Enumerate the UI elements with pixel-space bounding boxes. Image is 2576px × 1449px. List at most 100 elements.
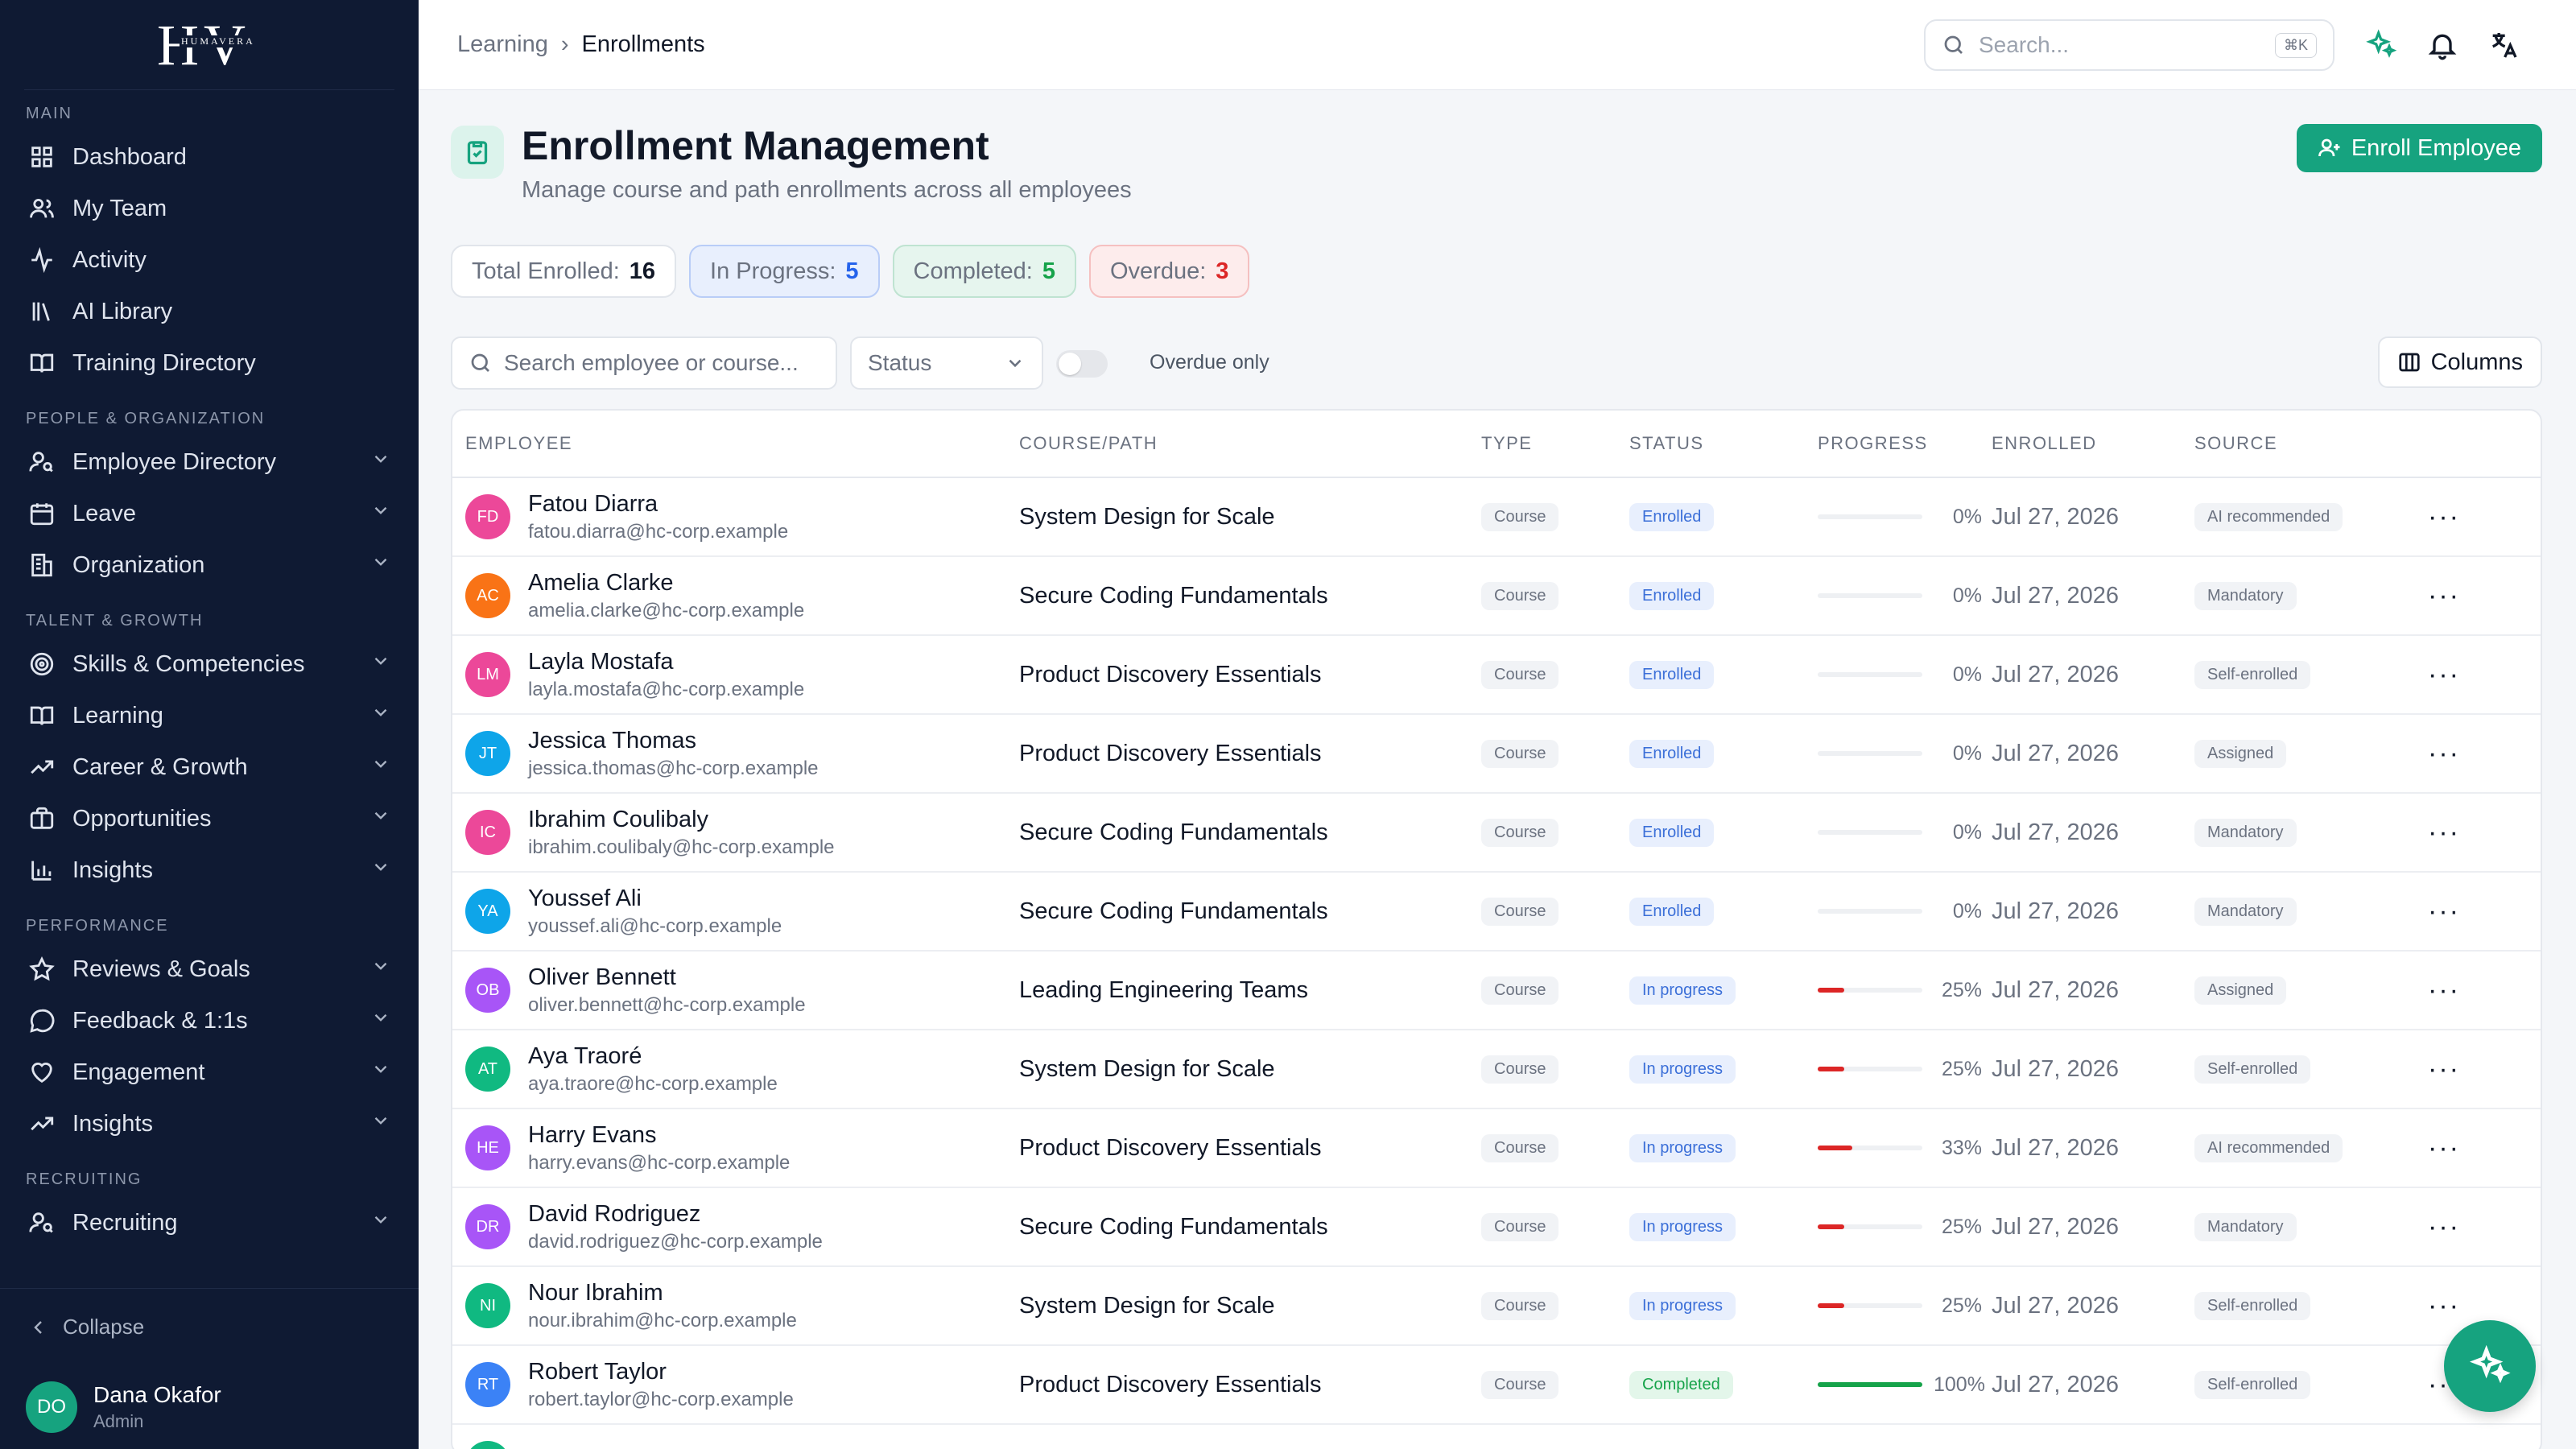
course-name[interactable]: Product Discovery Essentials xyxy=(1019,1135,1481,1162)
stat-total-enrolled[interactable]: Total Enrolled: 16 xyxy=(451,245,677,298)
breadcrumb-current: Enrollments xyxy=(581,31,705,57)
table-row[interactable]: JT Jessica Thomas jessica.thomas@hc-corp.e… xyxy=(452,715,2541,794)
user-profile[interactable]: DO Dana Okafor Admin xyxy=(0,1365,419,1449)
stat-overdue[interactable]: Overdue: 3 xyxy=(1088,245,1250,298)
stat-value: 16 xyxy=(629,258,656,284)
header-employee[interactable]: EMPLOYEE xyxy=(452,433,1019,454)
header-type[interactable]: TYPE xyxy=(1481,433,1629,454)
more-actions-icon[interactable]: ··· xyxy=(2428,659,2460,690)
employee-name[interactable]: Amelia Clarke xyxy=(528,570,804,597)
progress-percent: 0% xyxy=(1952,820,1982,844)
language-button[interactable] xyxy=(2487,29,2520,61)
ai-assistant-button[interactable] xyxy=(2444,1320,2536,1412)
collapse-sidebar-button[interactable]: Collapse xyxy=(0,1288,419,1365)
notifications-button[interactable] xyxy=(2426,29,2458,61)
sidebar-item-learning[interactable]: Learning xyxy=(0,690,419,741)
sidebar-item-ai-library[interactable]: AI Library xyxy=(0,286,419,337)
sidebar-item-my-team[interactable]: My Team xyxy=(0,183,419,234)
table-row[interactable]: IC Ibrahim Coulibaly ibrahim.coulibaly@hc-… xyxy=(452,794,2541,873)
row-actions-cell: ··· xyxy=(2428,738,2541,770)
ai-sparkle-button[interactable] xyxy=(2365,29,2397,61)
chevron-down-icon xyxy=(370,650,391,678)
employee-name[interactable]: Ibrahim Coulibaly xyxy=(528,807,835,833)
sidebar-item-career-growth[interactable]: Career & Growth xyxy=(0,741,419,793)
employee-name[interactable]: Robert Taylor xyxy=(528,1359,794,1385)
course-name[interactable]: Secure Coding Fundamentals xyxy=(1019,898,1481,925)
header-enrolled[interactable]: ENROLLED xyxy=(1992,433,2194,454)
overdue-only-toggle[interactable] xyxy=(1056,350,1108,378)
sidebar-item-activity[interactable]: Activity xyxy=(0,234,419,286)
course-name[interactable]: System Design for Scale xyxy=(1019,1293,1481,1319)
sidebar-item-reviews-goals[interactable]: Reviews & Goals xyxy=(0,943,419,995)
table-row[interactable]: FD Fatou Diarra fatou.diarra@hc-corp.examp… xyxy=(452,478,2541,557)
stat-completed[interactable]: Completed: 5 xyxy=(892,245,1076,298)
table-row[interactable]: OB Oliver Bennett oliver.bennett@hc-corp.e… xyxy=(452,952,2541,1030)
employee-name[interactable]: Harry Evans xyxy=(528,1122,790,1149)
more-actions-icon[interactable]: ··· xyxy=(2428,817,2460,848)
sidebar-item-skills-competencies[interactable]: Skills & Competencies xyxy=(0,638,419,690)
course-name[interactable]: Leading Engineering Teams xyxy=(1019,977,1481,1004)
employee-name[interactable]: David Rodriguez xyxy=(528,1201,823,1228)
more-actions-icon[interactable]: ··· xyxy=(2428,738,2460,769)
more-actions-icon[interactable]: ··· xyxy=(2428,1212,2460,1242)
more-actions-icon[interactable]: ··· xyxy=(2428,1054,2460,1084)
more-actions-icon[interactable]: ··· xyxy=(2428,896,2460,927)
employee-name[interactable]: Fatou Diarra xyxy=(528,491,788,518)
sidebar-item-leave[interactable]: Leave xyxy=(0,488,419,539)
sidebar-item-feedback-1-1s[interactable]: Feedback & 1:1s xyxy=(0,995,419,1046)
sidebar-item-engagement[interactable]: Engagement xyxy=(0,1046,419,1098)
header-source[interactable]: SOURCE xyxy=(2194,433,2428,454)
sidebar-item-training-directory[interactable]: Training Directory xyxy=(0,337,419,389)
table-row[interactable]: DR David Rodriguez david.rodriguez@hc-corp… xyxy=(452,1188,2541,1267)
sidebar-item-insights[interactable]: Insights xyxy=(0,1098,419,1150)
table-row[interactable]: RT Robert Taylor robert.taylor@hc-corp.exa… xyxy=(452,1346,2541,1425)
course-name[interactable]: Secure Coding Fundamentals xyxy=(1019,583,1481,609)
sidebar-item-dashboard[interactable]: Dashboard xyxy=(0,131,419,183)
table-row[interactable]: AT Aya Traoré aya.traore@hc-corp.example Sy… xyxy=(452,1030,2541,1109)
employee-name[interactable]: Youssef Ali xyxy=(528,886,782,912)
breadcrumb-parent[interactable]: Learning xyxy=(457,31,548,58)
more-actions-icon[interactable]: ··· xyxy=(2428,502,2460,532)
course-name[interactable]: Secure Coding Fundamentals xyxy=(1019,819,1481,846)
course-name[interactable]: Secure Coding Fundamentals xyxy=(1019,1214,1481,1241)
stat-in-progress[interactable]: In Progress: 5 xyxy=(689,245,880,298)
header-progress[interactable]: PROGRESS xyxy=(1818,433,1992,454)
sidebar-item-recruiting[interactable]: Recruiting xyxy=(0,1197,419,1249)
table-row[interactable]: LM Layla Mostafa layla.mostafa@hc-corp.exa… xyxy=(452,636,2541,715)
course-name[interactable]: Product Discovery Essentials xyxy=(1019,1372,1481,1398)
employee-name[interactable]: Oliver Bennett xyxy=(528,964,806,991)
employee-name[interactable]: Nour Ibrahim xyxy=(528,1280,797,1307)
table-row[interactable]: KHKarim Hassan xyxy=(452,1425,2541,1449)
course-name[interactable]: Product Discovery Essentials xyxy=(1019,741,1481,767)
employee-name[interactable]: Jessica Thomas xyxy=(528,728,819,754)
heart-icon xyxy=(27,1058,56,1087)
global-search-input[interactable]: Search... ⌘K xyxy=(1924,19,2334,71)
status-select[interactable]: Status xyxy=(850,336,1043,390)
more-actions-icon[interactable]: ··· xyxy=(2428,975,2460,1005)
enroll-employee-button[interactable]: Enroll Employee xyxy=(2296,124,2542,172)
table-row[interactable]: NI Nour Ibrahim nour.ibrahim@hc-corp.examp… xyxy=(452,1267,2541,1346)
progress-bar xyxy=(1818,1224,1922,1229)
brand-logo[interactable]: HV HUMAVERA xyxy=(24,0,394,90)
employee-course-search-input[interactable]: Search employee or course... xyxy=(451,336,837,390)
chevron-down-icon xyxy=(370,1110,391,1137)
header-course[interactable]: COURSE/PATH xyxy=(1019,433,1481,454)
sidebar-item-insights[interactable]: Insights xyxy=(0,844,419,896)
course-name[interactable]: Product Discovery Essentials xyxy=(1019,662,1481,688)
course-name[interactable]: System Design for Scale xyxy=(1019,504,1481,530)
columns-button[interactable]: Columns xyxy=(2377,336,2542,388)
sidebar-item-employee-directory[interactable]: Employee Directory xyxy=(0,436,419,488)
table-row[interactable]: AC Amelia Clarke amelia.clarke@hc-corp.exa… xyxy=(452,557,2541,636)
header-status[interactable]: STATUS xyxy=(1629,433,1818,454)
more-actions-icon[interactable]: ··· xyxy=(2428,1290,2460,1321)
table-row[interactable]: YA Youssef Ali youssef.ali@hc-corp.example… xyxy=(452,873,2541,952)
sidebar-item-label: Recruiting xyxy=(72,1209,178,1236)
sidebar-item-organization[interactable]: Organization xyxy=(0,539,419,591)
table-row[interactable]: HE Harry Evans harry.evans@hc-corp.example… xyxy=(452,1109,2541,1188)
sidebar-item-opportunities[interactable]: Opportunities xyxy=(0,793,419,844)
more-actions-icon[interactable]: ··· xyxy=(2428,580,2460,611)
employee-name[interactable]: Aya Traoré xyxy=(528,1043,778,1070)
employee-name[interactable]: Layla Mostafa xyxy=(528,649,804,675)
course-name[interactable]: System Design for Scale xyxy=(1019,1056,1481,1083)
more-actions-icon[interactable]: ··· xyxy=(2428,1133,2460,1163)
